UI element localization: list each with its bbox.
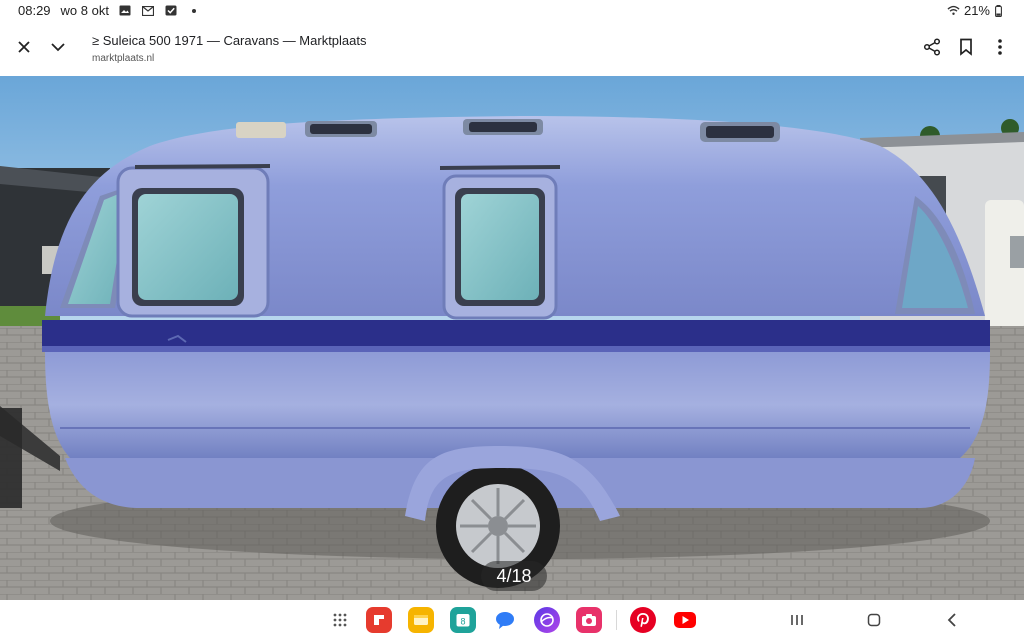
- taskbar: 8: [0, 600, 1024, 640]
- recents-icon[interactable]: [785, 608, 809, 632]
- gallery-icon: [119, 5, 132, 17]
- page-domain: marktplaats.nl: [92, 53, 155, 64]
- status-date: wo 8 okt: [60, 3, 109, 18]
- messages-icon[interactable]: [492, 607, 518, 633]
- wifi-icon: [947, 5, 960, 17]
- taskbar-divider: [616, 610, 617, 630]
- mail-icon: [142, 5, 155, 17]
- youtube-icon[interactable]: [672, 607, 698, 633]
- check-icon: [165, 5, 178, 17]
- image-counter: 4/18: [481, 561, 547, 591]
- page-title: ≥ Suleica 500 1971 — Caravans — Marktpla…: [92, 33, 367, 48]
- status-time: 08:29: [18, 3, 51, 18]
- apps-grid-icon[interactable]: [328, 607, 352, 633]
- browser-icon[interactable]: [534, 607, 560, 633]
- browser-toolbar: ≥ Suleica 500 1971 — Caravans — Marktpla…: [0, 22, 1024, 77]
- share-icon[interactable]: [918, 33, 946, 61]
- calendar-badge: 8: [460, 617, 465, 627]
- bookmark-icon[interactable]: [952, 33, 980, 61]
- status-bar: 08:29 wo 8 okt 21%: [0, 0, 1024, 22]
- pinterest-icon[interactable]: [630, 607, 656, 633]
- notes-icon[interactable]: [408, 607, 434, 633]
- close-icon[interactable]: [10, 33, 38, 61]
- image-viewer[interactable]: 4/18: [0, 76, 1024, 600]
- calendar-icon[interactable]: 8: [450, 607, 476, 633]
- dot-icon: [188, 5, 201, 17]
- battery-icon: [994, 4, 1002, 17]
- battery-percentage: 21%: [963, 3, 990, 18]
- home-icon[interactable]: [862, 608, 886, 632]
- camera-app-icon[interactable]: [576, 607, 602, 633]
- flipboard-icon[interactable]: [366, 607, 392, 633]
- back-icon[interactable]: [940, 608, 964, 632]
- more-icon[interactable]: [986, 33, 1014, 61]
- chevron-down-icon[interactable]: [44, 33, 72, 61]
- caravan-photo: [0, 76, 1024, 600]
